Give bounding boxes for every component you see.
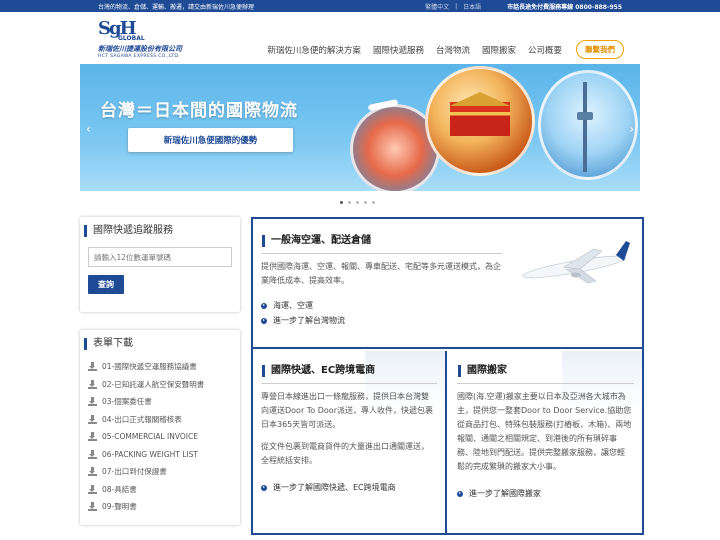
banner-title: 台灣＝日本間的國際物流 <box>100 101 298 121</box>
link-ec[interactable]: 進一步了解國際快遞、EC跨境電商 <box>261 480 445 495</box>
form-download-item[interactable]: 02-已知託運人航空保安聲明書 <box>80 376 240 394</box>
panel-ec-desc1: 專營日本線進出口一條龍服務，提供日本台灣雙向運送Door To Door派送，專… <box>261 392 433 429</box>
palace-illustration <box>450 102 510 136</box>
forms-box: 表單下載 01-國際快遞空運服務協議書 02-已知託運人航空保安聲明書 03-個… <box>80 330 240 525</box>
hero-banner[interactable]: ‹ › 台灣＝日本間的國際物流 新瑞佐川急便國際的優勢 <box>80 64 640 191</box>
download-icon <box>88 432 97 442</box>
panel-ec-desc2: 從文件包裹到電商貨件的大量進出口通關運送，全程統括安排。 <box>261 442 429 465</box>
banner-next-icon[interactable]: › <box>629 122 634 136</box>
form-download-item[interactable]: 06-PACKING WEIGHT LIST <box>80 446 240 464</box>
logo-global: GLOBAL <box>118 35 145 42</box>
tracking-box: 國際快遞追蹤服務 查詢 <box>80 217 240 312</box>
service-panels: 一般海空運、配送倉儲 提供國際海運、空運、報關、專車配送、宅配等多元運送模式，為… <box>251 217 644 535</box>
panel-air-sea-desc: 提供國際海運、空運、報關、專車配送、宅配等多元運送模式，為企業降低成本、提高效率… <box>261 262 501 285</box>
banner-prev-icon[interactable]: ‹ <box>86 122 91 136</box>
lang-zh-link[interactable]: 繁體中文 <box>425 2 449 11</box>
panel-moving-title: 國際搬家 <box>458 365 642 377</box>
panel-ec-title: 國際快遞、EC跨境電商 <box>262 365 445 377</box>
top-bar: 台灣的物流、倉儲、運輸、搬遷，請交由新瑞佐川急便辦理 繁體中文 | 日本語 市話… <box>0 0 720 12</box>
download-icon <box>88 397 97 407</box>
forms-title: 表單下載 <box>84 338 232 350</box>
nav-taiwan-logistics[interactable]: 台灣物流 <box>430 44 476 56</box>
top-notice: 台灣的物流、倉儲、運輸、搬遷，請交由新瑞佐川急便辦理 <box>98 3 255 11</box>
hotline: 市話長途免付費服務專線 0800-888-955 <box>507 3 622 11</box>
nav-solutions[interactable]: 新瑞佐川急便的解決方案 <box>261 44 367 56</box>
arrow-bullet-icon <box>261 484 267 491</box>
form-download-item[interactable]: 07-出口到付保證書 <box>80 463 240 481</box>
link-moving[interactable]: 進一步了解國際搬家 <box>457 486 642 501</box>
carousel-dots <box>340 201 375 204</box>
nav-moving[interactable]: 國際搬家 <box>476 44 522 56</box>
download-icon <box>88 449 97 459</box>
nav-express[interactable]: 國際快遞服務 <box>367 44 430 56</box>
form-download-item[interactable]: 04-出口正式報關稽核表 <box>80 411 240 429</box>
form-download-item[interactable]: 09-聲明書 <box>80 498 240 516</box>
form-download-item[interactable]: 03-個案委任書 <box>80 393 240 411</box>
carousel-dot[interactable] <box>372 201 375 204</box>
company-logo[interactable]: SgH GLOBAL 新瑞佐川捷運股份有限公司 HCT SAGAWA EXPRE… <box>98 18 208 62</box>
download-icon <box>88 502 97 512</box>
tracking-input[interactable] <box>88 247 232 267</box>
tracking-title: 國際快遞追蹤服務 <box>84 225 232 237</box>
banner-advantage-button[interactable]: 新瑞佐川急便國際的優勢 <box>128 128 293 152</box>
arrow-bullet-icon <box>261 317 267 324</box>
arrow-bullet-icon <box>457 490 463 497</box>
logo-name-en: HCT SAGAWA EXPRESS CO.,LTD. <box>98 54 180 59</box>
carousel-dot[interactable] <box>356 201 359 204</box>
carousel-dot[interactable] <box>364 201 367 204</box>
tower-illustration <box>577 82 593 172</box>
panel-moving: 國際搬家 國際(海.空運)搬家主要以日本及亞洲各大城市為主，提供您一整套Door… <box>449 351 642 535</box>
download-icon <box>88 362 97 372</box>
lang-jp-link[interactable]: 日本語 <box>463 2 481 11</box>
main-nav: 新瑞佐川急便的解決方案 國際快遞服務 台灣物流 國際搬家 公司概要 聯繫我們 <box>261 40 624 59</box>
logo-name-zh: 新瑞佐川捷運股份有限公司 <box>98 45 182 53</box>
nav-company[interactable]: 公司概要 <box>522 44 568 56</box>
contact-button[interactable]: 聯繫我們 <box>576 40 624 59</box>
arrow-bullet-icon <box>261 302 267 309</box>
download-icon <box>88 414 97 424</box>
form-download-item[interactable]: 05-COMMERCIAL INVOICE <box>80 428 240 446</box>
header: SgH GLOBAL 新瑞佐川捷運股份有限公司 HCT SAGAWA EXPRE… <box>0 12 720 64</box>
panel-ec: 國際快遞、EC跨境電商 專營日本線進出口一條龍服務，提供日本台灣雙向運送Door… <box>253 351 447 535</box>
panel-air-sea-title: 一般海空運、配送倉儲 <box>262 235 642 247</box>
link-taiwan-logistics[interactable]: 進一步了解台灣物流 <box>261 313 642 328</box>
tracking-search-button[interactable]: 查詢 <box>88 275 124 294</box>
download-icon <box>88 467 97 477</box>
download-icon <box>88 484 97 494</box>
panel-air-sea: 一般海空運、配送倉儲 提供國際海運、空運、報關、專車配送、宅配等多元運送模式，為… <box>253 219 642 349</box>
panel-moving-desc: 國際(海.空運)搬家主要以日本及亞洲各大城市為主，提供您一整套Door to D… <box>457 392 632 471</box>
carousel-dot[interactable] <box>340 201 343 204</box>
carousel-dot[interactable] <box>348 201 351 204</box>
form-download-item[interactable]: 01-國際快遞空運服務協議書 <box>80 358 240 376</box>
globe-image-skytree <box>538 70 638 180</box>
link-air-sea[interactable]: 海運、空運 <box>261 298 642 313</box>
download-icon <box>88 379 97 389</box>
form-download-item[interactable]: 08-具結書 <box>80 481 240 499</box>
